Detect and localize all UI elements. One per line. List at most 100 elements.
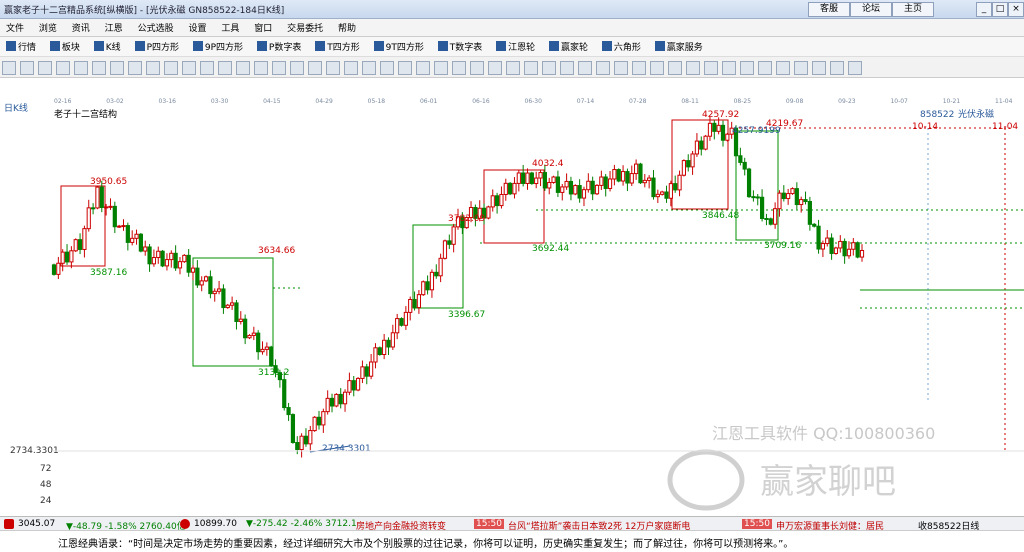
menu-gann[interactable]: 江恩: [99, 19, 129, 34]
toolbar-hexagon-button[interactable]: 六角形: [601, 40, 641, 53]
tool-icon[interactable]: [470, 61, 484, 75]
tool-icon[interactable]: [812, 61, 826, 75]
tool-icon[interactable]: [650, 61, 664, 75]
price-annotation: 4219.67: [766, 119, 803, 129]
menu-help[interactable]: 帮助: [332, 19, 362, 34]
tool-icon[interactable]: [2, 61, 16, 75]
tool-icon[interactable]: [344, 61, 358, 75]
tool-icon[interactable]: [398, 61, 412, 75]
date-tick-label: 07-28: [629, 98, 647, 105]
toolbar-winner-wheel-button[interactable]: 赢家轮: [548, 40, 588, 53]
candle-body: [373, 347, 378, 363]
tool-icon[interactable]: [164, 61, 178, 75]
candle-body: [607, 178, 613, 189]
forum-button[interactable]: 论坛: [850, 2, 892, 17]
tool-icon[interactable]: [434, 61, 448, 75]
candle-body: [56, 262, 61, 275]
tool-icon[interactable]: [758, 61, 772, 75]
menu-tools[interactable]: 工具: [215, 19, 245, 34]
candle-body: [342, 391, 348, 405]
tool-icon[interactable]: [416, 61, 430, 75]
toolbar-9p-square-button[interactable]: 9P四方形: [192, 40, 243, 53]
tool-icon[interactable]: [560, 61, 574, 75]
tool-icon[interactable]: [542, 61, 556, 75]
menu-trade[interactable]: 交易委托: [281, 19, 329, 34]
menu-settings[interactable]: 设置: [182, 19, 212, 34]
tool-icon[interactable]: [704, 61, 718, 75]
candle-body: [121, 225, 126, 228]
tool-icon[interactable]: [524, 61, 538, 75]
candle-body: [686, 160, 691, 168]
tool-icon[interactable]: [218, 61, 232, 75]
close-button[interactable]: ×: [1008, 2, 1024, 17]
tool-icon[interactable]: [38, 61, 52, 75]
tool-icon[interactable]: [722, 61, 736, 75]
tool-icon[interactable]: [452, 61, 466, 75]
price-annotation: 3692.44: [532, 244, 569, 254]
tool-icon[interactable]: [794, 61, 808, 75]
tool-icon[interactable]: [578, 61, 592, 75]
tool-icon[interactable]: [74, 61, 88, 75]
candle-body: [321, 411, 326, 426]
watermark-brand: 赢家聊吧: [760, 462, 896, 502]
toolbar-gann-wheel-button[interactable]: 江恩轮: [496, 40, 535, 53]
menu-info[interactable]: 资讯: [66, 19, 96, 34]
tool-icon[interactable]: [308, 61, 322, 75]
tool-icon[interactable]: [848, 61, 862, 75]
menu-browse[interactable]: 浏览: [33, 19, 63, 34]
price-annotation: 3846.48: [702, 211, 739, 221]
tool-icon[interactable]: [92, 61, 106, 75]
toolbar-quote-button[interactable]: 行情: [6, 40, 36, 53]
tool-icon[interactable]: [506, 61, 520, 75]
toolbar-t-square-button[interactable]: T四方形: [315, 40, 360, 53]
tool-icon[interactable]: [632, 61, 646, 75]
tool-icon[interactable]: [110, 61, 124, 75]
toolbar-p-square-button[interactable]: P四方形: [134, 40, 179, 53]
tool-icon[interactable]: [146, 61, 160, 75]
tool-icon[interactable]: [740, 61, 754, 75]
toolbar-service-button[interactable]: 赢家服务: [654, 40, 703, 53]
tool-icon[interactable]: [56, 61, 70, 75]
menu-file[interactable]: 文件: [0, 19, 30, 34]
tool-icon[interactable]: [272, 61, 286, 75]
tool-icon[interactable]: [488, 61, 502, 75]
candle-body: [216, 288, 222, 292]
menu-window[interactable]: 窗口: [248, 19, 278, 34]
tool-icon[interactable]: [236, 61, 250, 75]
tool-icon[interactable]: [20, 61, 34, 75]
candle-body: [429, 271, 435, 291]
toolbar-9t-square-button[interactable]: 9T四方形: [373, 40, 424, 53]
candle-body: [794, 188, 799, 206]
tool-icon[interactable]: [614, 61, 628, 75]
toolbar-p-table-button[interactable]: P数字表: [256, 40, 301, 53]
tool-icon[interactable]: [200, 61, 214, 75]
tool-icon[interactable]: [830, 61, 844, 75]
tool-icon[interactable]: [182, 61, 196, 75]
tool-icon[interactable]: [326, 61, 340, 75]
candle-body: [390, 332, 395, 348]
tool-icon[interactable]: [776, 61, 790, 75]
menu-formula-pick[interactable]: 公式选股: [132, 19, 180, 34]
candle-body: [699, 140, 704, 150]
tool-icon[interactable]: [668, 61, 682, 75]
9t-square-icon: [373, 41, 384, 51]
tool-icon[interactable]: [362, 61, 376, 75]
toolbar-board-button[interactable]: 板块: [49, 40, 80, 53]
candle-body: [538, 172, 543, 179]
tool-icon[interactable]: [596, 61, 610, 75]
tool-icon[interactable]: [254, 61, 268, 75]
candle-body: [182, 254, 187, 263]
toolbar-t-table-button[interactable]: T数字表: [437, 40, 482, 53]
minimize-button[interactable]: _: [976, 2, 992, 17]
kline-chart[interactable]: 02-16 03-02 03-16 03-30 04-15 04-29 05-18 06-01…: [0, 93, 1024, 515]
toolbar-kline-button[interactable]: K线: [93, 40, 121, 53]
price-annotation: 3709.16: [764, 241, 801, 251]
tool-icon[interactable]: [128, 61, 142, 75]
service-button[interactable]: 客服: [808, 2, 850, 17]
maximize-button[interactable]: □: [992, 2, 1008, 17]
tool-icon[interactable]: [290, 61, 304, 75]
tool-icon[interactable]: [686, 61, 700, 75]
homepage-button[interactable]: 主页: [892, 2, 934, 17]
tool-icon[interactable]: [380, 61, 394, 75]
candle-body: [421, 281, 426, 296]
